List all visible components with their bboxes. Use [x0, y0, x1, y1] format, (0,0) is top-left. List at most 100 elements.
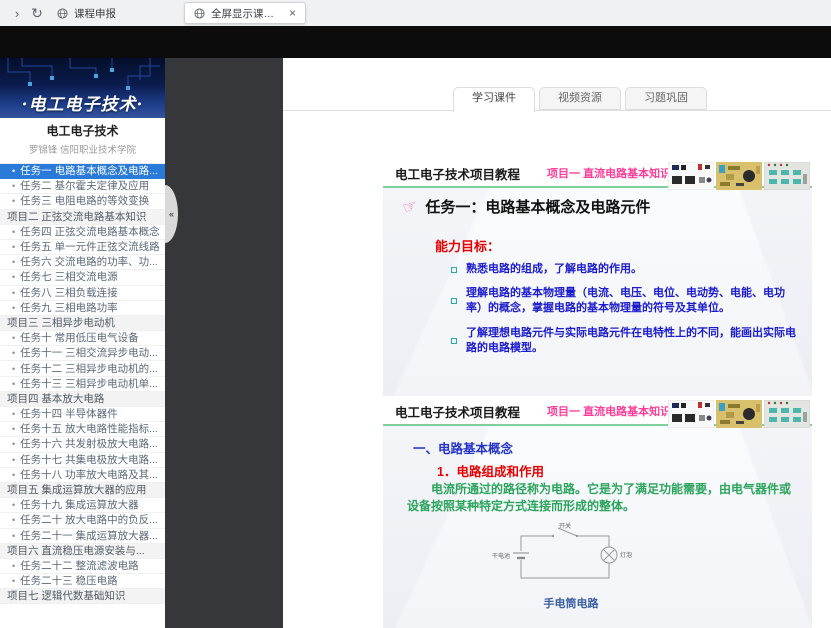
- sidebar-item[interactable]: • 任务十五 放大电路性能指标...: [0, 422, 165, 437]
- sidebar-item[interactable]: • 项目二 正弦交流电路基本知识: [0, 210, 165, 225]
- sidebar-item[interactable]: • 任务十三 三相异步电动机单...: [0, 377, 165, 392]
- sidebar-item[interactable]: • 任务三 电阻电路的等效变换: [0, 194, 165, 209]
- circuit-photo-pcb-yellow: [716, 400, 762, 428]
- sidebar-item[interactable]: • 任务一 电路基本概念及电路...: [0, 164, 165, 179]
- sidebar-item[interactable]: • 任务十七 共集电极放大电路...: [0, 453, 165, 468]
- sidebar-item[interactable]: • 任务十一 三相交流异步电动...: [0, 346, 165, 361]
- bullet-icon: •: [12, 437, 15, 451]
- bullet-icon: •: [12, 362, 15, 376]
- circuit-photo-pcb-yellow: [716, 162, 762, 190]
- sidebar-item[interactable]: • 任务八 三相负载连接: [0, 286, 165, 301]
- forward-icon[interactable]: ›: [8, 4, 26, 22]
- sidebar-item[interactable]: • 任务十九 集成运算放大器: [0, 498, 165, 513]
- slide-2: 电工电子技术项目教程 项目一 直流电路基本知识: [383, 398, 812, 628]
- bullet-icon: •: [12, 225, 15, 239]
- square-bullet-icon: [451, 267, 457, 273]
- sidebar-item[interactable]: • 任务二十三 稳压电路: [0, 574, 165, 589]
- content-tabs: 学习课件 视频资源 习题巩固: [453, 87, 707, 112]
- bullet-icon: •: [12, 286, 15, 300]
- sidebar-item[interactable]: • 任务十四 半导体器件: [0, 407, 165, 422]
- objective-bullet: 了解理想电路元件与实际电路元件在电特性上的不同，能画出实际电路的电路模型。: [451, 326, 799, 356]
- bullet-icon: •: [12, 574, 15, 588]
- refresh-icon[interactable]: ↻: [28, 4, 46, 22]
- sidebar-collapse-handle[interactable]: «: [165, 185, 178, 243]
- content-panel: 学习课件 视频资源 习题巩固 电工电子技术项目教程 项目一 直流电路基本知识: [283, 58, 831, 628]
- pointing-hand-icon: ☞: [400, 195, 420, 218]
- sidebar-item[interactable]: • 项目六 直流稳压电源安装与...: [0, 544, 165, 559]
- switch-contact: [552, 535, 554, 537]
- slide-header-project: 项目一 直流电路基本知识: [547, 165, 671, 181]
- slide-header-photos: [668, 162, 810, 190]
- browser-toolbar: › ↻ 课程申报 全屏显示课程 章节 ×: [0, 0, 831, 26]
- sidebar-item[interactable]: • 任务五 单一元件正弦交流线路: [0, 240, 165, 255]
- sidebar-item[interactable]: • 项目五 集成运算放大器的应用: [0, 483, 165, 498]
- sidebar-item[interactable]: • 任务二 基尔霍夫定律及应用: [0, 179, 165, 194]
- bullet-icon: •: [12, 301, 15, 315]
- section-heading-2: 1．电路组成和作用: [437, 461, 544, 480]
- sidebar-item[interactable]: • 项目四 基本放大电路: [0, 392, 165, 407]
- sidebar-item[interactable]: • 任务六 交流电路的功率、功...: [0, 255, 165, 270]
- chapter-nav-list: • 任务一 电路基本概念及电路... • 任务二 基尔霍夫定律及应用 • 任务三…: [0, 163, 165, 604]
- square-bullet-icon: [451, 298, 457, 304]
- sidebar-item[interactable]: • 任务十二 三相异步电动机的...: [0, 361, 165, 376]
- banner-title: ·电工电子技术·: [0, 90, 165, 115]
- content-tab[interactable]: 视频资源: [539, 87, 621, 110]
- bullet-icon: •: [12, 240, 15, 254]
- sidebar-item[interactable]: • 任务二十一 集成运算放大器...: [0, 529, 165, 544]
- lamp-symbol: [601, 547, 617, 563]
- bullet-icon: •: [12, 270, 15, 284]
- browser-tab-label: 课程申报: [74, 6, 167, 21]
- course-title: 电工电子技术: [0, 122, 165, 139]
- bullet-icon: •: [12, 453, 15, 467]
- sidebar-item[interactable]: • 任务十六 共发射极放大电路...: [0, 437, 165, 452]
- bullet-icon: •: [12, 529, 15, 543]
- square-bullet-icon: [451, 338, 457, 344]
- course-banner-image: ·电工电子技术·: [0, 58, 165, 118]
- sidebar-item[interactable]: • 任务七 三相交流电源: [0, 270, 165, 285]
- content-tab[interactable]: 学习课件: [453, 87, 535, 112]
- sidebar-item[interactable]: • 任务四 正弦交流电路基本概念: [0, 225, 165, 240]
- slide-1: 电工电子技术项目教程 项目一 直流电路基本知识: [383, 160, 812, 396]
- ability-goal-heading: 能力目标：: [435, 236, 500, 255]
- switch-contact: [576, 535, 578, 537]
- bullet-icon: •: [12, 164, 15, 178]
- objective-bullet: 理解电路的基本物理量（电流、电压、电位、电动势、电能、电功率）的概念，掌握电路的…: [451, 286, 799, 316]
- course-sidebar: ·电工电子技术· 电工电子技术 罗锦锋 信阳职业技术学院 • 任务一 电路基本概…: [0, 58, 165, 628]
- browser-tab-fullscreen-course[interactable]: 全屏显示课程 章节 ×: [184, 2, 306, 24]
- content-tab[interactable]: 习题巩固: [625, 87, 707, 110]
- bullet-icon: •: [12, 422, 15, 436]
- flashlight-circuit-diagram: 开关 干电池 灯泡: [491, 522, 651, 586]
- switch-label: 开关: [559, 522, 571, 530]
- slide-header-title: 电工电子技术项目教程: [395, 164, 520, 183]
- sidebar-item[interactable]: • 任务九 三相电路功率: [0, 301, 165, 316]
- sidebar-item[interactable]: • 任务二十二 整流滤波电路: [0, 559, 165, 574]
- sidebar-item[interactable]: • 任务十 常用低压电气设备: [0, 331, 165, 346]
- diagram-caption: 手电筒电路: [491, 595, 651, 611]
- sidebar-item[interactable]: • 任务十八 功率放大电路及其...: [0, 468, 165, 483]
- battery-symbol: [513, 553, 529, 558]
- bullet-icon: •: [12, 498, 15, 512]
- globe-icon: [194, 8, 205, 19]
- battery-label: 干电池: [492, 552, 510, 560]
- bullet-icon: •: [12, 468, 15, 482]
- sidebar-item[interactable]: • 项目三 三相异步电动机: [0, 316, 165, 331]
- bullet-icon: •: [12, 255, 15, 269]
- bullet-icon: •: [12, 559, 15, 573]
- browser-tab-label: 全屏显示课程 章节: [211, 6, 283, 21]
- bullet-icon: •: [12, 407, 15, 421]
- bullet-icon: •: [12, 377, 15, 391]
- bullet-icon: •: [12, 194, 15, 208]
- browser-tab-course-declaration[interactable]: 课程申报: [48, 2, 176, 24]
- objective-bullet: 熟悉电路的组成，了解电路的作用。: [451, 262, 799, 277]
- circuit-photo-components: [668, 400, 714, 428]
- bullet-icon: •: [12, 513, 15, 527]
- slide-title-text: 任务一：电路基本概念及电路元件: [425, 196, 650, 217]
- body-paragraph: 电流所通过的路径称为电路。它是为了满足功能需要，由电气器件或设备按照某种特定方式…: [407, 481, 801, 516]
- section-heading-1: 一、电路基本概念: [413, 438, 513, 457]
- slide-header-title: 电工电子技术项目教程: [395, 402, 520, 421]
- slide-title: ☞ 任务一：电路基本概念及电路元件: [403, 196, 650, 217]
- sidebar-item[interactable]: • 项目七 逻辑代数基础知识: [0, 589, 165, 604]
- close-icon[interactable]: ×: [289, 7, 296, 19]
- sidebar-item[interactable]: • 任务二十 放大电路中的负反...: [0, 513, 165, 528]
- slide-header-project: 项目一 直流电路基本知识: [547, 403, 671, 419]
